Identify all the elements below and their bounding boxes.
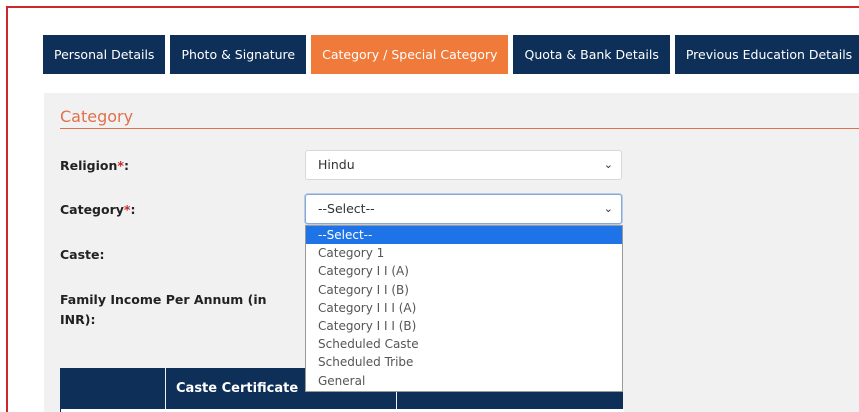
dropdown-option[interactable]: Scheduled Tribe: [306, 353, 622, 371]
tab-quota-bank-details[interactable]: Quota & Bank Details: [513, 35, 670, 74]
tab-photo-signature[interactable]: Photo & Signature: [170, 35, 307, 74]
dropdown-option[interactable]: Category I I (B): [306, 281, 622, 299]
religion-select-value: Hindu: [318, 157, 355, 172]
table-header-blank: [60, 368, 165, 409]
dropdown-option[interactable]: General: [306, 372, 622, 390]
dropdown-option[interactable]: Category I I I (B): [306, 317, 622, 335]
income-label-line2: INR):: [60, 312, 96, 327]
dropdown-option[interactable]: Scheduled Caste: [306, 335, 622, 353]
section-divider: [60, 128, 859, 129]
section-title: Category: [60, 107, 134, 126]
category-label-text: Category: [60, 202, 124, 217]
income-label: Family Income Per Annum (in INR):: [60, 290, 267, 330]
label-colon: :: [130, 202, 136, 217]
step-tabs: Personal Details Photo & Signature Categ…: [43, 35, 859, 74]
dropdown-option[interactable]: Category I I (A): [306, 262, 622, 280]
dropdown-option[interactable]: --Select--: [306, 226, 622, 245]
chevron-down-icon: ⌄: [603, 202, 613, 215]
income-label-line1: Family Income Per Annum (in: [60, 292, 267, 307]
category-label: Category*:: [60, 200, 135, 220]
dropdown-option[interactable]: Category 1: [306, 244, 622, 262]
religion-label-text: Religion: [60, 158, 118, 173]
category-select-value: --Select--: [318, 201, 375, 216]
religion-label: Religion*:: [60, 156, 129, 176]
dropdown-option[interactable]: Category I I I (A): [306, 299, 622, 317]
label-colon: :: [123, 158, 129, 173]
category-dropdown-list[interactable]: --Select-- Category 1 Category I I (A) Cate…: [305, 225, 623, 392]
religion-select[interactable]: Hindu ⌄: [305, 150, 622, 180]
chevron-down-icon: ⌄: [603, 158, 613, 171]
caste-label: Caste:: [60, 247, 105, 262]
category-select[interactable]: --Select-- ⌄: [305, 194, 622, 224]
tab-previous-education-details[interactable]: Previous Education Details: [674, 35, 859, 74]
tab-category-special-category[interactable]: Category / Special Category: [311, 35, 509, 74]
tab-personal-details[interactable]: Personal Details: [43, 35, 166, 74]
